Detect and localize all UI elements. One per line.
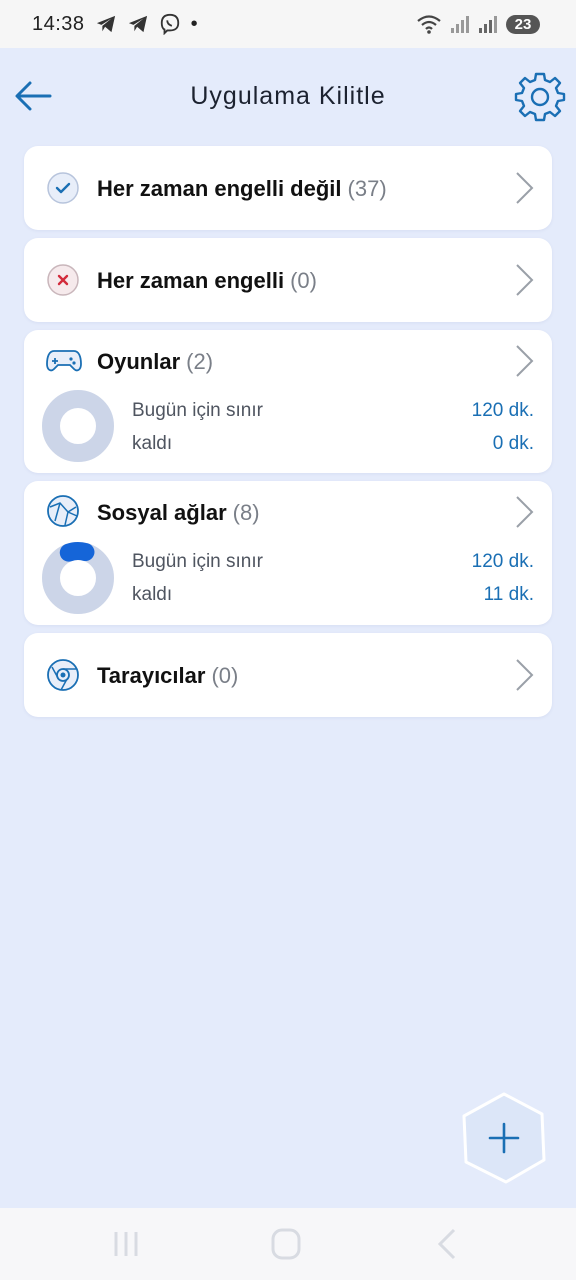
category-card-games[interactable]: Oyunlar (2) Bugün için sınır 120 dk. kald… (24, 330, 552, 473)
chevron-right-icon (516, 659, 534, 691)
category-count: (2) (186, 349, 214, 374)
telegram-icon (128, 15, 147, 33)
page-title: Uygulama Kilitle (190, 81, 386, 110)
add-button[interactable] (456, 1090, 552, 1186)
globe-icon (47, 495, 79, 527)
category-title: Oyunlar (2) (97, 349, 213, 375)
browser-icon (47, 659, 79, 691)
category-card-browsers[interactable]: Tarayıcılar (0) (24, 633, 552, 717)
category-count: (0) (290, 268, 317, 293)
chevron-right-icon (516, 345, 534, 377)
x-circle-icon (47, 264, 79, 296)
back-nav-icon (437, 1228, 456, 1260)
limit-value: 120 dk. (471, 551, 534, 572)
category-title: Tarayıcılar (0) (97, 663, 238, 689)
usage-donut (42, 390, 114, 462)
recent-apps-button[interactable] (106, 1226, 146, 1262)
home-button[interactable] (266, 1226, 306, 1262)
status-time: 14:38 (32, 12, 85, 35)
notification-dot-icon: • (190, 12, 198, 35)
telegram-icon (96, 15, 115, 33)
battery-indicator: 23 (506, 14, 540, 34)
signal-icon (451, 16, 469, 33)
limit-label: Bugün için sınır (132, 400, 263, 421)
usage-donut (42, 541, 114, 614)
add-hexagon-icon (462, 1092, 546, 1184)
category-name: Tarayıcılar (97, 663, 206, 688)
remaining-label: kaldı (132, 433, 173, 454)
category-card-always-blocked[interactable]: Her zaman engelli (0) (24, 238, 552, 322)
category-card-always-allowed[interactable]: Her zaman engelli değil (37) (24, 146, 552, 230)
category-name: Oyunlar (97, 349, 181, 374)
limit-label: Bugün için sınır (132, 551, 263, 572)
remaining-value: 0 dk. (492, 433, 534, 454)
category-name: Sosyal ağlar (97, 500, 227, 525)
category-title: Her zaman engelli (0) (97, 268, 317, 294)
viber-icon (160, 13, 179, 35)
remaining-label: kaldı (132, 584, 173, 605)
donut-track (42, 390, 114, 462)
signal-icon (479, 16, 497, 33)
category-count: (37) (347, 176, 387, 201)
app-bar: Uygulama Kilitle (0, 48, 576, 144)
settings-button[interactable] (514, 70, 566, 122)
wifi-icon (417, 15, 441, 34)
system-nav-bar (0, 1208, 576, 1280)
category-card-social[interactable]: Sosyal ağlar (8) Bugün için sınır 120 dk.… (24, 481, 552, 625)
chevron-right-icon (516, 264, 534, 296)
category-title: Sosyal ağlar (8) (97, 500, 260, 526)
back-nav-button[interactable] (428, 1226, 468, 1262)
category-name: Her zaman engelli değil (97, 176, 342, 201)
category-title: Her zaman engelli değil (37) (97, 176, 387, 202)
gear-icon (514, 72, 566, 122)
gamepad-icon (46, 350, 82, 372)
chevron-right-icon (516, 496, 534, 528)
category-count: (0) (211, 663, 239, 688)
arrow-left-icon (15, 81, 52, 111)
recent-apps-icon (114, 1232, 138, 1256)
category-name: Her zaman engelli (97, 268, 285, 293)
home-icon (271, 1228, 301, 1260)
check-circle-icon (47, 172, 79, 204)
status-bar: 14:38 • 23 (0, 0, 576, 48)
category-count: (8) (232, 500, 260, 525)
remaining-value: 11 dk. (483, 584, 534, 605)
chevron-right-icon (516, 172, 534, 204)
limit-value: 120 dk. (471, 400, 534, 421)
back-button[interactable] (12, 74, 56, 118)
